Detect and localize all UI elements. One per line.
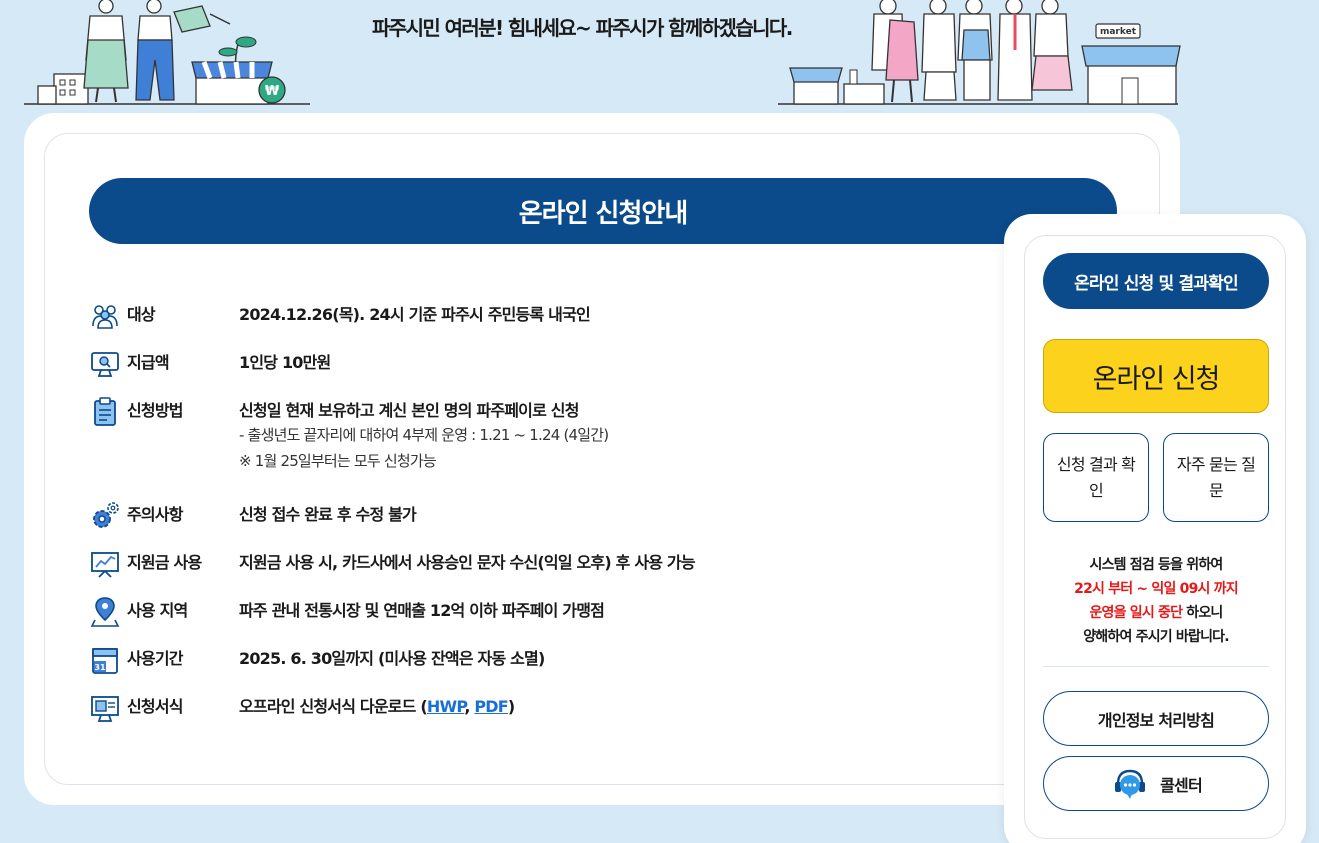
people-icon	[92, 305, 118, 329]
label-form: 신청서식	[127, 697, 183, 716]
pdf-download-link[interactable]: PDF	[474, 697, 508, 716]
notice-line-4: 양해하여 주시기 바랍니다.	[1083, 629, 1229, 645]
value-amount: 1인당 10만원	[239, 353, 331, 372]
value-form: 오프라인 신청서식 다운로드 (HWP, PDF)	[239, 696, 515, 718]
info-row-usage: 지원금 사용 지원금 사용 시, 카드사에서 사용승인 문자 수신(익일 오후)…	[89, 552, 696, 580]
value-target: 2024.12.26(목). 24시 기준 파주시 주민등록 내국인	[239, 305, 591, 324]
notice-line-3: 운영을 일시 중단 하오니	[1025, 601, 1287, 625]
side-panel: 온라인 신청 및 결과확인 온라인 신청 신청 결과 확인 자주 묻는 질문 시…	[1004, 214, 1306, 843]
value-method-sub-1: - 출생년도 끝자리에 대하여 4부제 운영 : 1.21 ~ 1.24 (4일…	[239, 426, 609, 444]
label-target: 대상	[127, 305, 156, 324]
side-panel-inner: 온라인 신청 및 결과확인 온라인 신청 신청 결과 확인 자주 묻는 질문 시…	[1024, 235, 1286, 839]
value-method: 신청일 현재 보유하고 계신 본인 명의 파주페이로 신청	[239, 401, 579, 420]
maintenance-notice: 시스템 점검 등을 위하여 22시 부터 ~ 익일 09시 까지 운영을 일시 …	[1025, 553, 1287, 649]
side-panel-header: 온라인 신청 및 결과확인	[1043, 253, 1269, 309]
info-row-area: 사용 지역 파주 관내 전통시장 및 연매출 12억 이하 파주페이 가맹점	[89, 597, 605, 628]
map-pin-icon	[90, 597, 120, 627]
value-usage: 지원금 사용 시, 카드사에서 사용승인 문자 수신(익일 오후) 후 사용 가…	[239, 553, 696, 572]
headset-chat-icon	[1115, 769, 1146, 799]
label-area: 사용 지역	[127, 601, 188, 620]
page-title: 온라인 신청안내	[89, 178, 1117, 244]
value-area: 파주 관내 전통시장 및 연매출 12억 이하 파주페이 가맹점	[239, 601, 605, 620]
info-row-method: 신청방법 신청일 현재 보유하고 계신 본인 명의 파주페이로 신청 - 출생년…	[89, 397, 609, 474]
calendar-day: 31	[94, 663, 106, 672]
value-period: 2025. 6. 30일까지 (미사용 잔액은 자동 소멸)	[239, 649, 545, 668]
main-card-inner: 온라인 신청안내 대상 2024.12.26(목). 24시 기준 파주시 주민…	[44, 133, 1160, 785]
label-amount: 지급액	[127, 353, 170, 372]
label-method: 신청방법	[127, 401, 183, 420]
value-form-suffix: )	[507, 697, 515, 716]
calendar-icon: 31	[92, 648, 118, 674]
notice-line-2: 22시 부터 ~ 익일 09시 까지	[1074, 581, 1239, 597]
info-row-form: 신청서식 오프라인 신청서식 다운로드 (HWP, PDF)	[89, 696, 515, 724]
clipboard-icon	[94, 397, 116, 426]
chart-board-icon	[91, 552, 119, 578]
gear-icon	[93, 502, 119, 528]
label-period: 사용기간	[127, 649, 183, 668]
notice-line-3-red: 운영을 일시 중단	[1089, 605, 1183, 621]
banner-slogan: 파주시민 여러분! 힘내세요~ 파주시가 함께하겠습니다.	[372, 16, 793, 40]
value-caution: 신청 접수 완료 후 수정 불가	[239, 505, 417, 524]
notice-line-3-rest: 하오니	[1182, 605, 1223, 621]
banner-illustration-right: market	[778, 0, 1181, 105]
banner-illustration-left: ₩	[24, 0, 310, 105]
privacy-policy-button[interactable]: 개인정보 처리방침	[1043, 691, 1269, 746]
online-apply-button[interactable]: 온라인 신청	[1043, 339, 1269, 413]
notice-line-1: 시스템 점검 등을 위하여	[1089, 557, 1223, 573]
hwp-download-link[interactable]: HWP	[427, 697, 465, 716]
info-row-target: 대상 2024.12.26(목). 24시 기준 파주시 주민등록 내국인	[89, 304, 591, 332]
info-row-caution: 주의사항 신청 접수 완료 후 수정 불가	[89, 502, 417, 532]
monitor-icon	[91, 352, 119, 377]
label-usage: 지원금 사용	[127, 553, 202, 572]
info-row-amount: 지급액 1인당 10만원	[89, 352, 331, 380]
faq-button[interactable]: 자주 묻는 질문	[1163, 433, 1269, 522]
form-download-icon	[91, 696, 119, 722]
value-form-prefix: 오프라인 신청서식 다운로드 (	[239, 697, 428, 716]
value-method-sub-2: ※ 1월 25일부터는 모두 신청가능	[239, 452, 437, 470]
call-center-label: 콜센터	[1160, 775, 1203, 795]
info-row-period: 31 사용기간 2025. 6. 30일까지 (미사용 잔액은 자동 소멸)	[89, 648, 545, 676]
side-divider	[1043, 666, 1269, 667]
label-caution: 주의사항	[127, 505, 183, 524]
call-center-button[interactable]: 콜센터	[1043, 756, 1269, 811]
value-form-separator: ,	[464, 697, 475, 716]
market-sign: market	[1100, 27, 1137, 37]
result-check-button[interactable]: 신청 결과 확인	[1043, 433, 1149, 522]
won-symbol: ₩	[265, 84, 280, 99]
